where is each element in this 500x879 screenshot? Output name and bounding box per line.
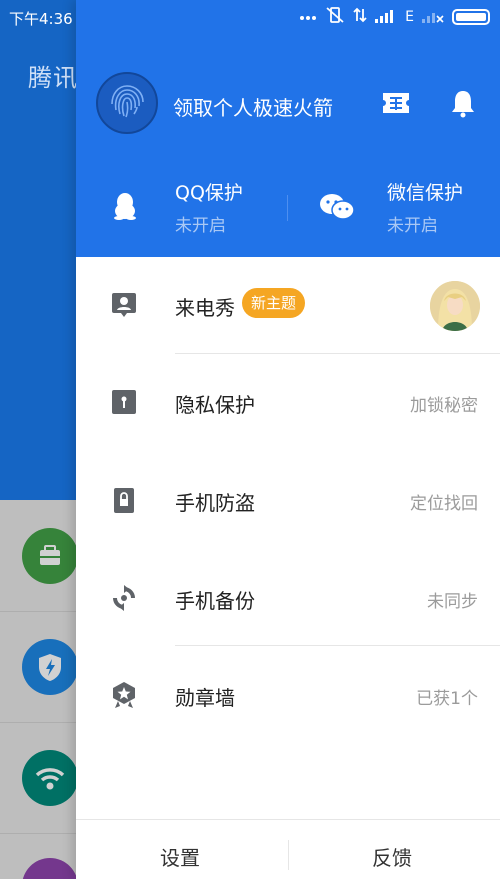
wechat-protection[interactable]: 微信保护 未开启 (387, 178, 463, 236)
status-time: 下午4:36 (9, 10, 73, 28)
mute-vibrate-icon (325, 6, 345, 28)
network-type: E (405, 9, 414, 25)
contact-card-icon (110, 291, 138, 319)
divider (287, 195, 288, 221)
keyhole-icon (110, 388, 138, 416)
more-dots-icon (299, 9, 317, 25)
scrim (0, 500, 76, 879)
battery-icon (452, 9, 490, 25)
feedback-button[interactable]: 反馈 (372, 842, 412, 871)
menu-item-value: 已获1个 (416, 689, 478, 709)
menu-item-backup[interactable]: 手机备份 未同步 (76, 550, 500, 646)
qq-penguin-icon (112, 192, 138, 220)
menu-item-label: 手机防盗 (175, 491, 255, 515)
qq-protection[interactable]: QQ保护 未开启 (175, 178, 243, 236)
status-icons: E (299, 6, 490, 28)
menu-item-label: 来电秀 (175, 296, 235, 320)
wechat-protection-title: 微信保护 (387, 182, 464, 204)
menu-item-value: 未同步 (427, 592, 478, 612)
medal-icon (110, 681, 138, 709)
menu-item-privacy[interactable]: 隐私保护 加锁秘密 (76, 354, 500, 450)
divider (76, 819, 500, 820)
bell-icon[interactable] (450, 88, 476, 118)
divider (288, 840, 289, 870)
signal-icon (375, 7, 397, 27)
navigation-drawer: 领取个人极速火箭 QQ保护 未开启 微信保护 未开启 来电秀 新主题 隐私保护 … (76, 0, 500, 879)
data-transfer-icon (353, 7, 367, 27)
qq-protection-title: QQ保护 (175, 182, 243, 204)
menu-item-label: 勋章墙 (175, 686, 235, 710)
menu-item-value: 定位找回 (410, 494, 478, 514)
wechat-protection-status: 未开启 (387, 216, 438, 236)
wechat-icon (319, 193, 355, 221)
menu-item-label: 手机备份 (175, 589, 255, 613)
wifi-off-icon (422, 7, 444, 27)
menu-item-anti-theft[interactable]: 手机防盗 定位找回 (76, 452, 500, 548)
settings-button[interactable]: 设置 (160, 842, 200, 871)
status-bar: 下午4:36 E (0, 0, 500, 34)
menu-item-value: 加锁秘密 (410, 396, 478, 416)
menu-item-medal-wall[interactable]: 勋章墙 已获1个 (76, 647, 500, 743)
avatar[interactable] (430, 281, 480, 331)
ticket-icon[interactable] (381, 90, 411, 116)
menu-item-label: 隐私保护 (175, 393, 255, 417)
lock-icon (110, 486, 138, 514)
fingerprint-avatar-icon[interactable] (96, 72, 158, 134)
promo-rocket-link[interactable]: 领取个人极速火箭 (173, 92, 333, 121)
background-app-title: 腾讯 (28, 64, 78, 92)
sync-icon (110, 584, 138, 612)
divider (175, 645, 500, 646)
new-theme-badge: 新主题 (242, 288, 305, 318)
qq-protection-status: 未开启 (175, 216, 226, 236)
